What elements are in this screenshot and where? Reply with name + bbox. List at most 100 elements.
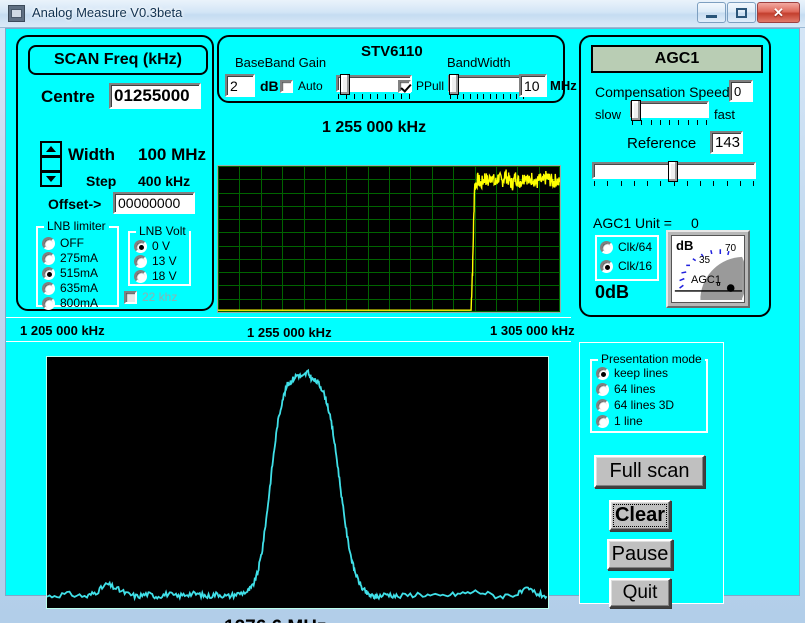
slider-track (448, 75, 526, 92)
slider-thumb[interactable] (449, 74, 459, 95)
width-label: Width (68, 145, 116, 164)
presentation-option-64-lines[interactable]: 64 lines (596, 382, 655, 396)
slider-thumb[interactable] (631, 100, 641, 121)
width-spinner-down[interactable] (40, 171, 62, 187)
scope-right-frequency-label: 1 305 000 kHz (490, 323, 575, 338)
presentation-option-keep-lines[interactable]: keep lines (596, 366, 668, 380)
stv6110-title: STV6110 (361, 43, 423, 60)
slider-ticks (594, 181, 754, 187)
slider-thumb[interactable] (668, 161, 678, 182)
lnb-volt-label-18v: 18 V (152, 269, 177, 283)
main-spectrum-trace (47, 368, 548, 602)
offset-label: Offset-> (48, 196, 102, 212)
pause-button[interactable]: Pause (607, 539, 673, 570)
focus-indicator (613, 504, 667, 527)
meter-scale-max: 70 (725, 243, 737, 254)
auto-gain-checkbox[interactable]: Auto (280, 79, 323, 93)
fast-label: fast (714, 107, 735, 122)
minimize-button[interactable] (697, 2, 726, 23)
clear-button[interactable]: Clear (609, 500, 671, 531)
centre-frequency-input[interactable]: 01255000 (109, 83, 201, 109)
lnb-limiter-label-515ma: 515mA (60, 266, 99, 280)
width-value: 100 MHz (138, 145, 207, 164)
radio-icon (596, 382, 609, 396)
slider-ticks (338, 94, 410, 100)
presentation-mode-title: Presentation mode (598, 352, 705, 366)
presentation-label-1-line: 1 line (614, 414, 643, 428)
lnb-limiter-option-off[interactable]: OFF (42, 236, 84, 250)
meter-unit-label: dB (676, 238, 694, 253)
lnb-volt-option-18v[interactable]: 18 V (134, 269, 177, 283)
slider-thumb[interactable] (340, 74, 350, 95)
slider-ticks (632, 120, 707, 126)
radio-icon (134, 269, 147, 283)
up-arrow-icon (46, 146, 56, 152)
auto-gain-label: Auto (298, 79, 323, 93)
slow-label: slow (595, 107, 622, 122)
lnb-volt-option-13v[interactable]: 13 V (134, 254, 177, 268)
lnb-limiter-option-635ma[interactable]: 635mA (42, 281, 98, 295)
maximize-button[interactable] (727, 2, 756, 23)
radio-icon (42, 236, 55, 250)
small-scope-trace (218, 169, 560, 311)
presentation-option-64-lines-3d[interactable]: 64 lines 3D (596, 398, 674, 412)
scan-frequency-panel: SCAN Freq (kHz) Centre 01255000 Width 10… (16, 35, 214, 311)
main-plot-frequency-label: 1276,6 MHz (224, 617, 326, 623)
centre-label: Centre (41, 87, 95, 106)
title-bar: Analog Measure V0.3beta ✕ (0, 0, 805, 28)
baseband-gain-label: BaseBand Gain (235, 55, 327, 70)
quit-button[interactable]: Quit (609, 578, 671, 608)
lnb-volt-label-0v: 0 V (152, 239, 171, 253)
client-area: SCAN Freq (kHz) Centre 01255000 Width 10… (5, 28, 800, 623)
stv6110-panel: STV6110 BaseBand Gain 2 dB Auto PPull Ba… (217, 35, 577, 103)
scope-centre-frequency-label: 1 255 000 kHz (247, 325, 332, 340)
ppull-checkbox[interactable]: PPull (398, 79, 444, 93)
reference-input[interactable]: 143 (710, 131, 743, 154)
clk-option-16[interactable]: Clk/16 (600, 259, 652, 273)
checkbox-icon (124, 290, 137, 304)
agc1-unit-value: 0 (691, 215, 699, 231)
presentation-label-64-lines: 64 lines (614, 382, 656, 396)
compensation-speed-input[interactable]: 0 (729, 80, 753, 102)
width-spinner-middle[interactable] (40, 156, 62, 172)
presentation-label-keep-lines: keep lines (614, 366, 669, 380)
presentation-mode-group: Presentation mode keep lines 64 lines 64… (590, 352, 708, 433)
clk-divider-group: Clk/64 Clk/16 (595, 235, 659, 281)
bandwidth-input[interactable]: 10 (519, 74, 547, 97)
width-spinner-up[interactable] (40, 141, 62, 157)
small-spectrum-display[interactable] (217, 165, 561, 313)
lnb-limiter-option-800ma[interactable]: 800mA (42, 296, 98, 310)
baseband-gain-input[interactable]: 2 (225, 74, 255, 97)
controls-panel: Presentation mode keep lines 64 lines 64… (579, 342, 724, 608)
app-icon (8, 5, 25, 22)
main-spectrum-display[interactable] (46, 356, 549, 609)
step-value: 400 kHz (138, 173, 191, 189)
lnb-limiter-label-635ma: 635mA (60, 281, 99, 295)
compensation-speed-label: Compensation Speed (595, 84, 730, 100)
clk-label-16: Clk/16 (618, 259, 653, 273)
radio-icon (42, 266, 55, 280)
ppull-label: PPull (416, 79, 445, 93)
bandwidth-unit: MHz (550, 78, 577, 93)
width-spinner[interactable] (40, 141, 62, 189)
slider-ticks (450, 94, 524, 100)
radio-icon (596, 366, 609, 380)
lnb-limiter-option-515ma[interactable]: 515mA (42, 266, 98, 280)
meter-face: 0 dB 70 35 AGC1 (671, 235, 745, 303)
lnb-volt-group: LNB Volt 0 V 13 V 18 V (128, 224, 191, 286)
presentation-option-1-line[interactable]: 1 line (596, 414, 643, 428)
clk-option-64[interactable]: Clk/64 (600, 240, 652, 254)
lnb-limiter-option-275ma[interactable]: 275mA (42, 251, 98, 265)
close-button[interactable]: ✕ (757, 2, 800, 23)
divider (6, 317, 571, 318)
down-arrow-icon (46, 176, 56, 182)
agc1-header: AGC1 (591, 45, 763, 73)
baseband-gain-unit: dB (260, 78, 279, 94)
radio-icon (134, 254, 147, 268)
full-scan-button[interactable]: Full scan (594, 455, 705, 488)
radio-icon (596, 414, 609, 428)
radio-icon (42, 281, 55, 295)
lnb-volt-option-0v[interactable]: 0 V (134, 239, 170, 253)
offset-input[interactable]: 00000000 (113, 192, 195, 214)
maximize-icon (736, 7, 747, 18)
